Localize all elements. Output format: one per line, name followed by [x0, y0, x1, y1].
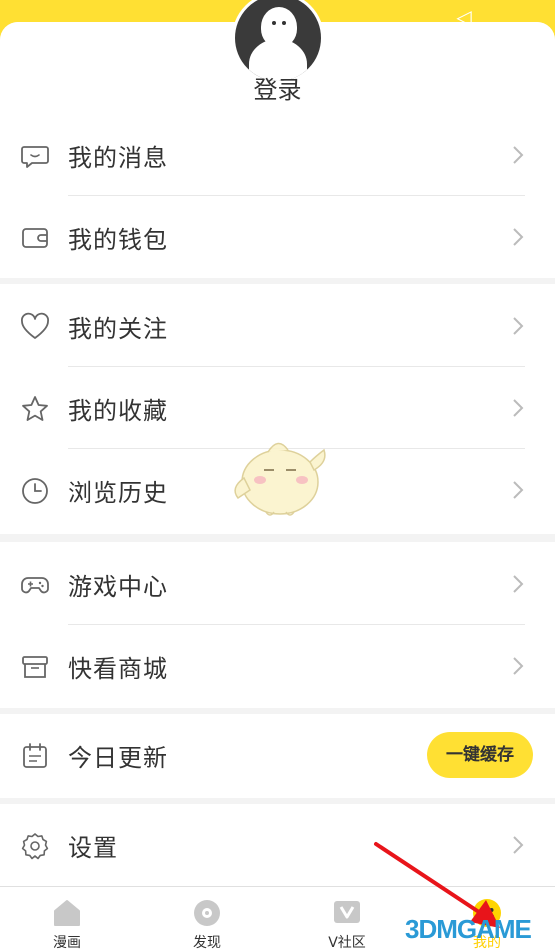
menu-label-mall: 快看商城	[68, 655, 168, 683]
menu-label-today-update: 今日更新	[68, 744, 168, 772]
menu-label-following: 我的关注	[68, 315, 168, 343]
chevron-right-icon	[511, 479, 525, 501]
menu-item-following[interactable]: 我的关注	[0, 285, 555, 367]
chevron-right-icon	[511, 573, 525, 595]
tab-comics[interactable]: 漫画	[27, 887, 107, 952]
gamepad-icon	[20, 570, 50, 600]
v-community-icon	[331, 897, 363, 929]
store-icon	[20, 652, 50, 682]
heart-icon	[20, 312, 50, 342]
gear-icon	[20, 831, 50, 861]
profile-header: 登录 我的消息 我的钱包	[0, 0, 555, 278]
chevron-right-icon	[511, 144, 525, 166]
menu-label-favorites: 我的收藏	[68, 397, 168, 425]
home-icon	[51, 897, 83, 929]
menu-group-updates: 今日更新 一键缓存	[0, 714, 555, 798]
chevron-right-icon	[511, 397, 525, 419]
tab-discover[interactable]: 发现	[167, 887, 247, 952]
chevron-right-icon	[511, 655, 525, 677]
chevron-right-icon	[511, 315, 525, 337]
one-click-cache-button[interactable]: 一键缓存	[427, 732, 533, 778]
mascot-watermark-image	[226, 430, 330, 522]
tab-label: 漫画	[53, 935, 81, 951]
calendar-icon	[20, 741, 50, 771]
menu-item-messages[interactable]: 我的消息	[0, 114, 555, 196]
site-watermark: 3DMGAME	[405, 914, 532, 944]
compass-icon	[191, 897, 223, 929]
menu-label-game-center: 游戏中心	[68, 573, 168, 601]
menu-label-history: 浏览历史	[68, 479, 168, 507]
login-link[interactable]: 登录	[0, 70, 555, 105]
menu-group-services: 游戏中心 快看商城	[0, 542, 555, 708]
clock-icon	[20, 476, 50, 506]
menu-item-wallet[interactable]: 我的钱包	[0, 196, 555, 278]
message-bubble-icon	[20, 141, 50, 171]
chevron-right-icon	[511, 226, 525, 248]
menu-label-messages: 我的消息	[68, 144, 168, 172]
menu-label-wallet: 我的钱包	[68, 226, 168, 254]
menu-item-mall[interactable]: 快看商城	[0, 625, 555, 707]
menu-item-today-update[interactable]: 今日更新 一键缓存	[0, 714, 555, 796]
wallet-icon	[20, 223, 50, 253]
menu-label-settings: 设置	[68, 834, 118, 862]
star-icon	[20, 394, 50, 424]
tab-label: 发现	[193, 935, 221, 951]
menu-item-game-center[interactable]: 游戏中心	[0, 543, 555, 625]
